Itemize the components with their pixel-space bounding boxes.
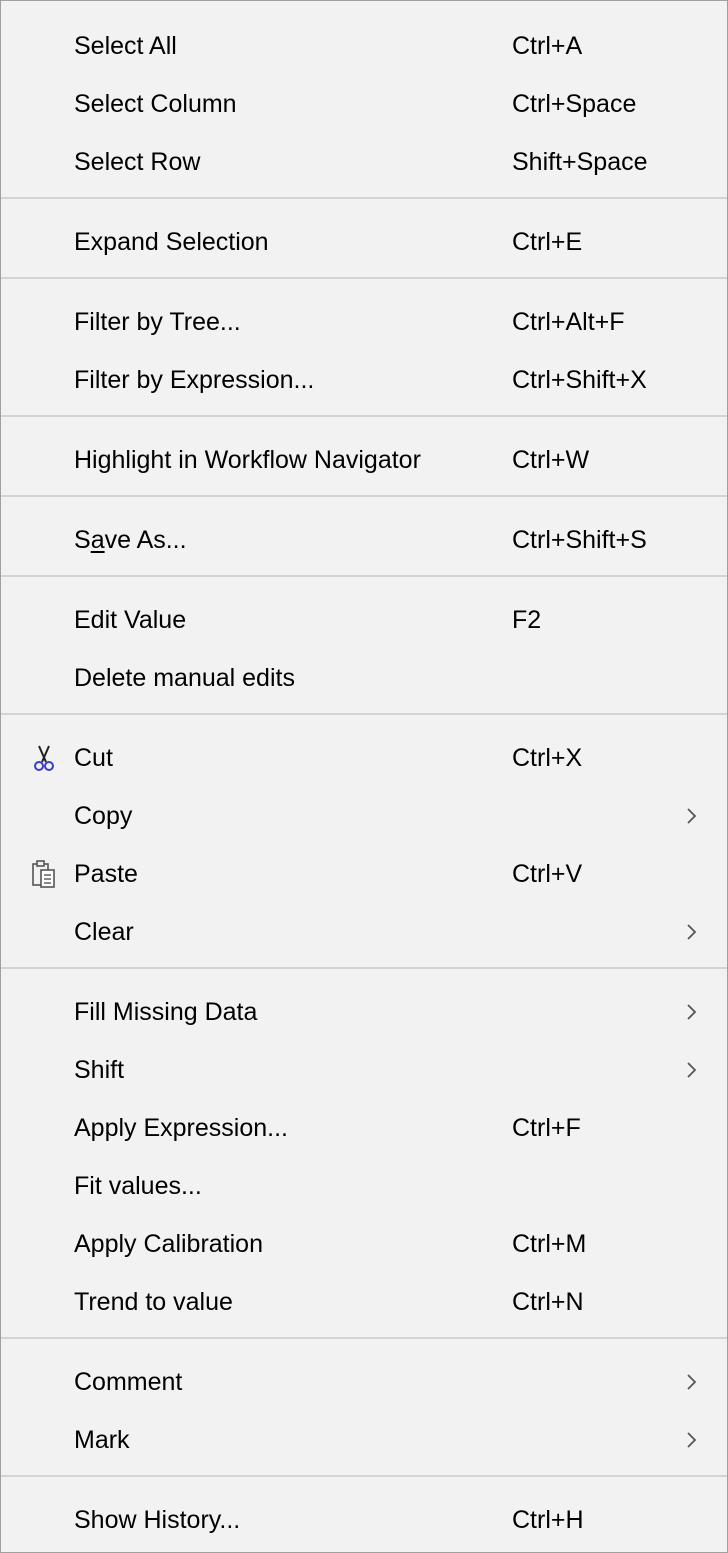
menu-item-fill-missing-data[interactable]: Fill Missing Data [1,983,727,1041]
menu-item-label: Shift [74,1056,125,1084]
menu-item-shortcut: Ctrl+N [512,1288,584,1316]
menu-item-label: Cut [74,744,113,772]
menu-separator [1,197,727,199]
menu-item-label: Mark [74,1426,130,1454]
menu-separator [1,967,727,969]
menu-item-label: Save As... [74,523,187,557]
menu-item-shortcut: Ctrl+Alt+F [512,308,625,336]
menu-separator [1,495,727,497]
chevron-right-icon [684,915,700,949]
menu-item-label: Show History... [74,1506,241,1534]
menu-item-shift[interactable]: Shift [1,1041,727,1099]
menu-item-comment[interactable]: Comment [1,1353,727,1411]
save-as-suffix: ve As... [104,526,187,554]
chevron-right-icon [684,1365,700,1399]
scissors-icon [29,743,59,773]
menu-item-shortcut: Ctrl+V [512,860,583,888]
menu-item-shortcut: Ctrl+Space [512,90,637,118]
menu-item-apply-expression[interactable]: Apply Expression... Ctrl+F [1,1099,727,1157]
menu-item-shortcut: Ctrl+X [512,744,583,772]
menu-item-shortcut: Ctrl+W [512,446,590,474]
menu-item-show-history[interactable]: Show History... Ctrl+H [1,1491,727,1549]
menu-item-label: Edit Value [74,606,187,634]
menu-item-label: Comment [74,1368,183,1396]
menu-item-mark[interactable]: Mark [1,1411,727,1469]
menu-item-copy[interactable]: Copy [1,787,727,845]
menu-item-label: Highlight in Workflow Navigator [74,446,421,474]
menu-item-label: Select Column [74,90,237,118]
menu-item-select-column[interactable]: Select Column Ctrl+Space [1,75,727,133]
menu-item-label: Fit values... [74,1172,202,1200]
menu-item-label: Filter by Expression... [74,366,315,394]
menu-item-label: Apply Calibration [74,1230,263,1258]
menu-separator [1,713,727,715]
menu-item-fit-values[interactable]: Fit values... [1,1157,727,1215]
menu-item-label: Expand Selection [74,228,269,256]
chevron-right-icon [684,995,700,1029]
menu-separator [1,415,727,417]
menu-item-select-row[interactable]: Select Row Shift+Space [1,133,727,191]
menu-item-shortcut: Ctrl+H [512,1506,584,1534]
menu-item-shortcut: Ctrl+F [512,1114,581,1142]
menu-item-cut[interactable]: Cut Ctrl+X [1,729,727,787]
chevron-right-icon [684,1423,700,1457]
menu-item-edit-value[interactable]: Edit Value F2 [1,591,727,649]
save-as-prefix: S [74,526,91,554]
menu-item-label: Filter by Tree... [74,308,241,336]
menu-item-label: Select Row [74,148,201,176]
menu-item-label: Clear [74,918,134,946]
menu-item-delete-manual-edits[interactable]: Delete manual edits [1,649,727,707]
menu-item-expand-selection[interactable]: Expand Selection Ctrl+E [1,213,727,271]
menu-item-shortcut: Ctrl+E [512,228,583,256]
menu-item-shortcut: Ctrl+Shift+X [512,366,647,394]
menu-item-filter-by-expression[interactable]: Filter by Expression... Ctrl+Shift+X [1,351,727,409]
menu-item-label: Copy [74,802,133,830]
menu-separator [1,575,727,577]
menu-item-label: Paste [74,860,138,888]
menu-item-label: Apply Expression... [74,1114,288,1142]
context-menu: Select All Ctrl+A Select Column Ctrl+Spa… [0,0,728,1553]
chevron-right-icon [684,1053,700,1087]
menu-item-clear[interactable]: Clear [1,903,727,961]
menu-item-apply-calibration[interactable]: Apply Calibration Ctrl+M [1,1215,727,1273]
menu-item-shortcut: Ctrl+Shift+S [512,526,647,554]
menu-item-shortcut: Ctrl+A [512,32,583,60]
menu-item-shortcut: Ctrl+M [512,1230,587,1258]
menu-item-paste[interactable]: Paste Ctrl+V [1,845,727,903]
menu-item-save-as[interactable]: Save As... Ctrl+Shift+S [1,511,727,569]
menu-item-trend-to-value[interactable]: Trend to value Ctrl+N [1,1273,727,1331]
menu-separator [1,277,727,279]
menu-item-select-all[interactable]: Select All Ctrl+A [1,17,727,75]
menu-item-label: Select All [74,32,177,60]
save-as-accelerator-key: a [90,526,105,554]
menu-item-filter-by-tree[interactable]: Filter by Tree... Ctrl+Alt+F [1,293,727,351]
menu-item-shortcut: F2 [512,606,542,634]
menu-item-shortcut: Shift+Space [512,148,648,176]
chevron-right-icon [684,799,700,833]
menu-item-label: Delete manual edits [74,664,295,692]
menu-separator [1,1337,727,1339]
menu-item-label: Fill Missing Data [74,998,258,1026]
menu-separator [1,1475,727,1477]
menu-item-highlight-workflow-navigator[interactable]: Highlight in Workflow Navigator Ctrl+W [1,431,727,489]
menu-item-label: Trend to value [74,1288,233,1316]
clipboard-icon [29,859,59,889]
